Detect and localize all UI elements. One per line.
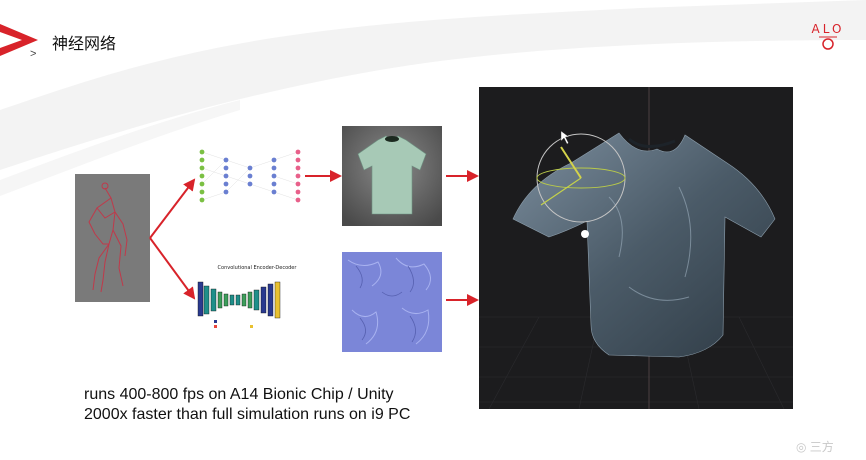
skeleton-pose-image bbox=[75, 174, 150, 302]
cnn-encoder-decoder-diagram: Convolutional Encoder-Decoder bbox=[194, 262, 320, 332]
mouse-cursor-icon bbox=[560, 130, 570, 145]
cnn-diagram-title: Convolutional Encoder-Decoder bbox=[218, 265, 298, 271]
3d-viewport[interactable] bbox=[479, 87, 793, 409]
sub-marker: > bbox=[30, 48, 37, 60]
logo-text: ALO bbox=[812, 22, 845, 36]
normal-map-texture bbox=[342, 252, 442, 352]
slide-title: 神经网络 bbox=[52, 34, 117, 53]
caption-performance: runs 400-800 fps on A14 Bionic Chip / Un… bbox=[84, 386, 394, 403]
3d-shirt-model bbox=[512, 132, 776, 358]
caption-speedup: 2000x faster than full simulation runs o… bbox=[84, 406, 411, 423]
gizmo-handle[interactable] bbox=[581, 230, 589, 238]
neural-network-diagram bbox=[192, 138, 314, 216]
company-logo: ALO bbox=[812, 22, 845, 50]
shirt-simulation-render bbox=[342, 126, 442, 226]
watermark: ◎ 三方 bbox=[796, 440, 834, 454]
